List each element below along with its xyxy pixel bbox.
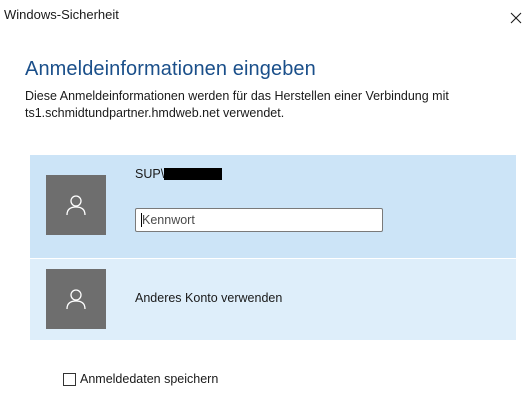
user-icon bbox=[66, 195, 86, 216]
credential-dialog: Windows-Sicherheit Anmeldeinformationen … bbox=[0, 0, 531, 414]
username-redaction bbox=[164, 168, 223, 180]
remember-label: Anmeldedaten speichern bbox=[80, 372, 219, 386]
account-tile-other[interactable]: Anderes Konto verwenden bbox=[30, 259, 516, 340]
avatar bbox=[46, 269, 106, 329]
dialog-heading: Anmeldeinformationen eingeben bbox=[25, 58, 316, 80]
account-tile-current[interactable]: SUP\ bbox=[30, 155, 516, 258]
dialog-description: Diese Anmeldeinformationen werden für da… bbox=[25, 89, 449, 120]
remember-credentials[interactable]: Anmeldedaten speichern bbox=[63, 372, 218, 386]
close-icon bbox=[510, 12, 522, 24]
title-bar: Windows-Sicherheit bbox=[0, 0, 531, 44]
text-caret bbox=[141, 213, 142, 227]
username: SUP\ bbox=[135, 167, 223, 181]
password-input[interactable] bbox=[135, 208, 383, 232]
username-prefix: SUP\ bbox=[135, 167, 165, 181]
user-icon bbox=[66, 289, 86, 310]
other-account-label: Anderes Konto verwenden bbox=[135, 291, 283, 305]
close-button[interactable] bbox=[501, 0, 531, 36]
window-title: Windows-Sicherheit bbox=[4, 7, 119, 22]
remember-checkbox[interactable] bbox=[63, 372, 76, 386]
avatar bbox=[46, 175, 106, 235]
